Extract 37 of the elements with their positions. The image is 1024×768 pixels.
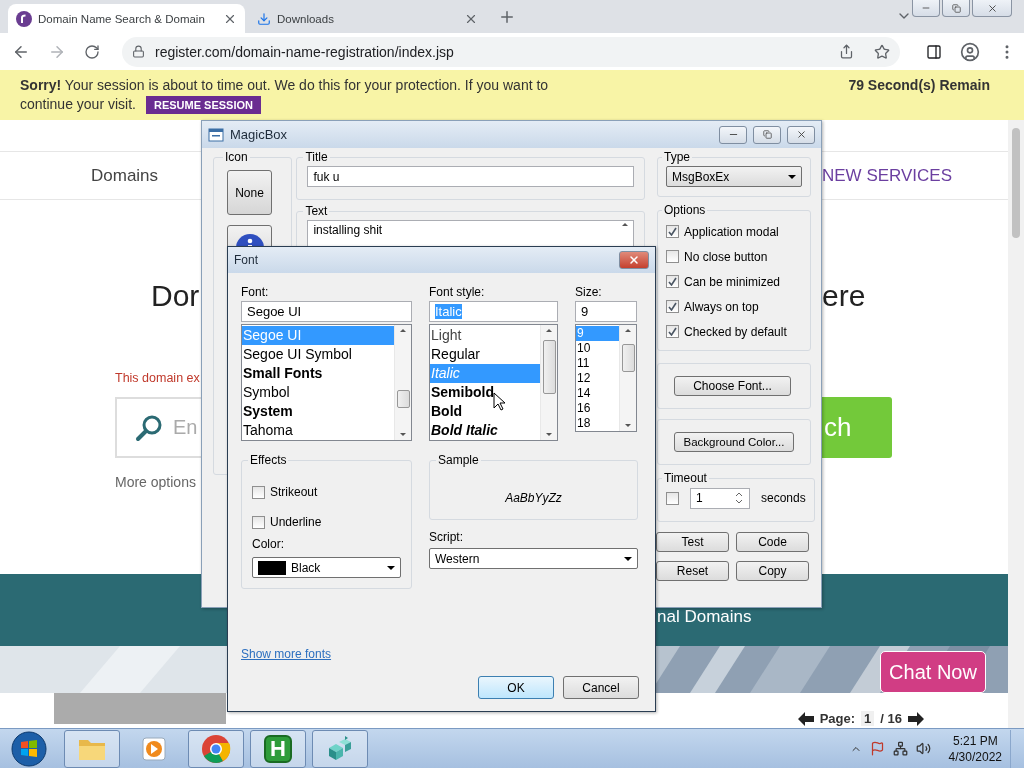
unit-label: seconds [761,491,806,505]
group-label: Sample [437,453,480,467]
checkbox-label: Checked by default [684,324,787,339]
pager-label: Page: [819,711,856,726]
page-heading: ere [822,278,866,314]
sample-text: AaBbYyZz [504,490,563,507]
group-label: Type [663,150,691,164]
checkbox-label: Application modal [684,224,779,239]
checkbox-label: No close button [684,249,768,264]
field-label: Font: [241,285,270,299]
notice-text: This domain ex [115,371,200,385]
page-total: / 16 [880,711,902,726]
page-heading: Dor [151,278,200,314]
group-label: Timeout [663,471,708,485]
url-text: register.com/domain-name-registration/index.jsp [155,43,455,60]
tab-title: Downloads [277,12,335,25]
checkbox-label: Strikeout [270,485,318,499]
field-label: Font style: [429,285,486,299]
window-title: MagicBox [230,127,289,142]
countdown-text: 79 Second(s) Remain [848,76,990,95]
tab-title: Domain Name Search & Domain [38,12,206,25]
group-label: Text [304,204,329,218]
band-heading: nal Domains [657,607,752,627]
checkbox-label: Can be minimized [684,274,781,289]
group-label: Options [663,203,707,217]
group-label: Title [304,150,329,164]
session-message: continue your visit. [20,95,136,114]
field-label: Script: [429,530,464,544]
field-label: Size: [575,285,603,299]
field-label: Color: [252,537,285,551]
group-label: Icon [224,150,249,164]
group-label: Effects [249,453,288,467]
app-icon: H [264,734,292,763]
checkbox-label: Underline [270,515,322,529]
session-message: Sorry! Your session is about to time out. We do this for your protection. If you want to [20,76,549,95]
dialog-title: Font [234,253,259,267]
checkbox-label: Always on top [684,299,759,314]
